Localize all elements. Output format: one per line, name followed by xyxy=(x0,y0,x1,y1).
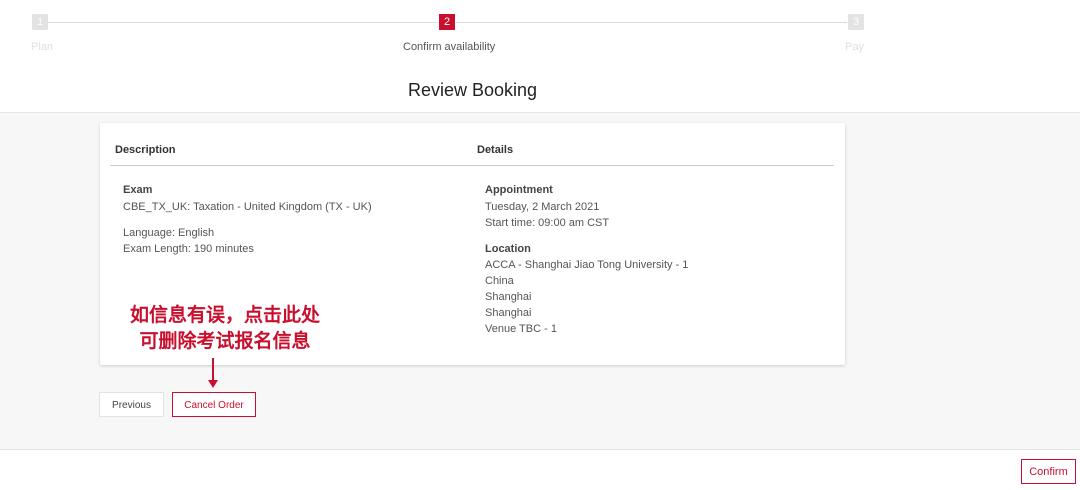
page-title: Review Booking xyxy=(407,80,538,100)
step-3-marker: 3 xyxy=(848,14,864,30)
confirm-button[interactable]: Confirm xyxy=(1021,459,1076,484)
header-divider xyxy=(110,165,834,166)
exam-label: Exam xyxy=(123,184,153,196)
location-line: Shanghai xyxy=(485,291,532,303)
exam-length: Exam Length: 190 minutes xyxy=(123,243,254,255)
annotation-line-2: 可删除考试报名信息 xyxy=(139,330,311,352)
step-3-label: Pay xyxy=(845,41,864,53)
appointment-start-time: Start time: 09:00 am CST xyxy=(485,217,610,229)
step-1-marker: 1 xyxy=(32,14,48,30)
location-line: China xyxy=(485,275,514,287)
annotation-arrow-icon xyxy=(208,380,218,388)
annotation-text: 如信息有误，点击此处 可删除考试报名信息 xyxy=(110,302,340,354)
appointment-date: Tuesday, 2 March 2021 xyxy=(485,201,600,213)
step-2-marker: 2 xyxy=(439,14,455,30)
exam-language: Language: English xyxy=(123,227,215,239)
description-header: Description xyxy=(115,144,176,156)
exam-name: CBE_TX_UK: Taxation - United Kingdom (TX… xyxy=(123,201,372,213)
step-1-label: Plan xyxy=(31,41,54,53)
location-line: ACCA - Shanghai Jiao Tong University - 1 xyxy=(485,259,689,271)
location-line: Shanghai xyxy=(485,307,532,319)
location-label: Location xyxy=(485,243,531,255)
stepper-line-1 xyxy=(48,22,438,23)
appointment-label: Appointment xyxy=(485,184,553,196)
progress-stepper: 1 Plan 2 Confirm availability 3 Pay xyxy=(0,0,1080,70)
step-2-label: Confirm availability xyxy=(403,41,496,53)
details-header: Details xyxy=(477,144,514,156)
previous-button[interactable]: Previous xyxy=(99,392,164,417)
annotation-line-1: 如信息有误，点击此处 xyxy=(129,304,320,326)
annotation-arrow-shaft xyxy=(212,358,214,382)
cancel-order-button[interactable]: Cancel Order xyxy=(172,392,256,417)
location-line: Venue TBC - 1 xyxy=(485,323,557,335)
stepper-line-2 xyxy=(456,22,847,23)
